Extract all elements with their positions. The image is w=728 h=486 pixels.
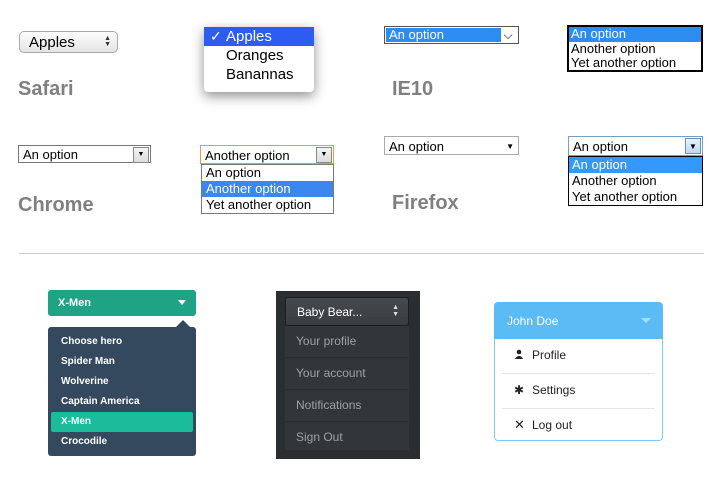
menu-item[interactable]: Your account	[285, 358, 409, 390]
ie10-label: IE10	[392, 78, 434, 100]
arrow-down-icon: ▼	[133, 147, 149, 163]
chrome-select[interactable]: An option ▼	[18, 145, 151, 163]
safari-select-value: Apples	[29, 34, 75, 51]
dark-dropdown-label: Baby Bear...	[297, 305, 363, 319]
list-item[interactable]: Yet another option	[202, 197, 333, 213]
menu-item[interactable]: Your profile	[285, 326, 409, 358]
menu-item[interactable]: Captain America	[51, 392, 193, 412]
safari-open-menu: ✓ Apples Oranges Banannas	[204, 27, 314, 92]
menu-item-settings[interactable]: ✱ Settings	[502, 374, 655, 409]
caret-down-icon	[178, 300, 186, 305]
flat-dropdown-menu: Choose hero Spider Man Wolverine Captain…	[48, 327, 196, 456]
dark-dropdown-button[interactable]: Baby Bear... ▲ ▼	[285, 297, 409, 326]
checkmark-icon: ✓	[210, 28, 222, 44]
user-icon	[514, 341, 528, 373]
menu-item[interactable]: Notifications	[285, 390, 409, 422]
arrow-down-icon: ▼	[316, 147, 332, 163]
menu-item[interactable]: X-Men	[51, 412, 193, 432]
menu-pointer	[176, 320, 190, 327]
firefox-select[interactable]: An option ▼	[384, 136, 519, 155]
chrome-open-select-value: Another option	[205, 148, 290, 163]
menu-item[interactable]: Crocodile	[51, 432, 193, 452]
chrome-select-value: An option	[23, 147, 78, 162]
list-item[interactable]: An option	[569, 26, 701, 42]
list-item[interactable]: An option	[202, 165, 333, 181]
safari-menu-option[interactable]: Banannas	[204, 65, 314, 84]
chrome-dropdown-list: An option Another option Yet another opt…	[201, 164, 334, 214]
caret-down-icon	[641, 318, 651, 323]
chevron-down-icon: ⌵	[503, 28, 513, 42]
light-dropdown-label: John Doe	[507, 314, 559, 328]
safari-label: Safari	[18, 78, 74, 100]
flat-dropdown-button[interactable]: X-Men	[48, 290, 196, 316]
menu-item[interactable]: Choose hero	[51, 332, 193, 352]
list-item[interactable]: Another option	[569, 173, 702, 189]
firefox-label: Firefox	[392, 192, 459, 214]
list-item[interactable]: Another option	[202, 181, 333, 197]
menu-item[interactable]: Wolverine	[51, 372, 193, 392]
menu-item[interactable]: Sign Out	[285, 422, 409, 453]
safari-select[interactable]: Apples ▲ ▼	[19, 31, 118, 53]
firefox-select-value: An option	[389, 139, 444, 154]
chrome-open-select[interactable]: Another option ▼	[200, 145, 334, 164]
divider	[19, 253, 704, 254]
updown-arrows-icon: ▲ ▼	[104, 35, 111, 48]
firefox-dropdown-list: An option Another option Yet another opt…	[568, 156, 703, 206]
light-dropdown-menu: Profile ✱ Settings ✕ Log out	[494, 339, 663, 441]
chrome-label: Chrome	[18, 194, 94, 216]
menu-item[interactable]: Spider Man	[51, 352, 193, 372]
list-item[interactable]: Another option	[569, 41, 701, 57]
firefox-open-select-value: An option	[573, 139, 628, 154]
ie10-listbox[interactable]: An option Another option Yet another opt…	[567, 25, 703, 72]
updown-arrows-icon: ▲ ▼	[392, 304, 399, 318]
list-item[interactable]: Yet another option	[569, 55, 701, 71]
arrow-down-icon: ▼	[506, 142, 514, 151]
arrow-down-icon: ▼	[685, 138, 701, 154]
menu-item-logout[interactable]: ✕ Log out	[502, 409, 655, 443]
safari-menu-option[interactable]: ✓ Apples	[204, 27, 314, 46]
safari-menu-option[interactable]: Oranges	[204, 46, 314, 65]
list-item[interactable]: Yet another option	[569, 189, 702, 205]
firefox-open-select[interactable]: An option ▼	[568, 136, 703, 156]
close-icon: ✕	[514, 417, 525, 432]
menu-item-profile[interactable]: Profile	[502, 339, 655, 374]
ie10-select-value: An option	[386, 28, 501, 42]
light-dropdown-button[interactable]: John Doe	[494, 302, 663, 339]
flat-dropdown-label: X-Men	[58, 297, 91, 309]
ie10-select[interactable]: An option ⌵	[384, 26, 519, 44]
list-item[interactable]: An option	[569, 157, 702, 173]
dark-dropdown-menu: Your profile Your account Notifications …	[285, 326, 409, 450]
gear-icon: ✱	[514, 383, 525, 397]
